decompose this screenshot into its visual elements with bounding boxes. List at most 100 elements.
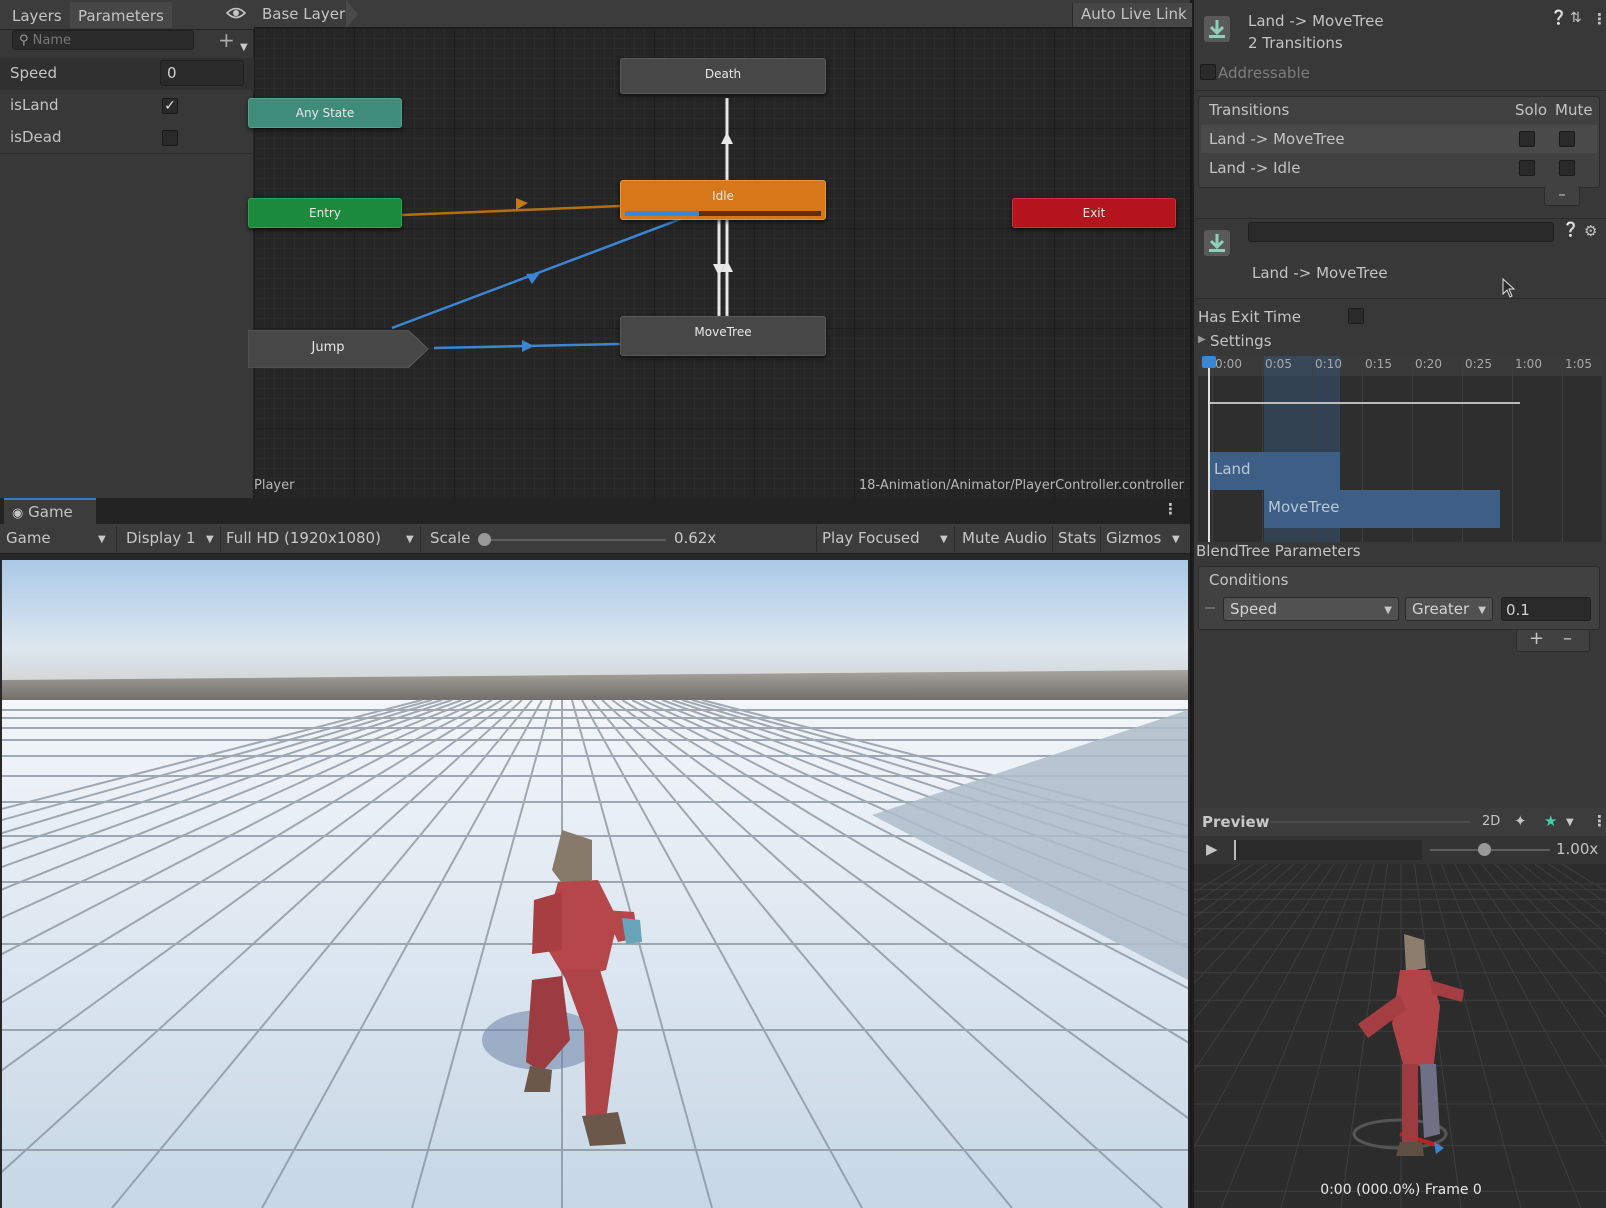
auto-live-link-button[interactable]: Auto Live Link: [1072, 3, 1195, 27]
scale-value: 0.62x: [674, 529, 717, 547]
condition-parameter-select[interactable]: Speed ▼: [1223, 597, 1399, 621]
timeline-gridline: [1512, 362, 1513, 542]
more-options-icon[interactable]: ⋮: [1592, 10, 1606, 28]
track-from[interactable]: Land: [1210, 452, 1340, 490]
timeline-gridline: [1562, 362, 1563, 542]
separator: [816, 526, 817, 552]
playhead[interactable]: [1208, 356, 1210, 542]
display-select-caret-icon: ▼: [206, 534, 214, 545]
gizmos-button[interactable]: Gizmos: [1106, 529, 1161, 547]
preview-viewport[interactable]: 0:00 (000.0%) Frame 0: [1194, 864, 1606, 1208]
eye-icon[interactable]: [225, 6, 247, 24]
addressable-checkbox[interactable]: [1200, 64, 1216, 80]
controller-path: 18-Animation/Animator/PlayerController.c…: [858, 478, 1184, 493]
condition-mode-value: Greater: [1412, 600, 1470, 618]
condition-mode-select[interactable]: Greater ▼: [1405, 597, 1493, 621]
preview-drag-bar: [1270, 821, 1470, 823]
tab-game[interactable]: ◉ Game: [4, 498, 96, 524]
timeline-tick-label: 0:20: [1415, 357, 1442, 371]
separator: [420, 526, 421, 552]
preview-timeline[interactable]: [1234, 840, 1422, 860]
breadcrumb[interactable]: Base Layer: [262, 5, 345, 23]
more-options-icon[interactable]: ⋮: [1592, 812, 1606, 830]
drag-handle-icon[interactable]: [1205, 607, 1215, 609]
mute-audio-button[interactable]: Mute Audio: [962, 529, 1047, 547]
state-movetree[interactable]: MoveTree: [620, 316, 826, 356]
separator: [116, 526, 117, 552]
state-death[interactable]: Death: [620, 58, 826, 94]
preview-speed-handle[interactable]: [1478, 843, 1491, 856]
add-condition-button[interactable]: +: [1529, 628, 1544, 649]
state-entry[interactable]: Entry: [248, 198, 402, 228]
isdead-checkbox[interactable]: [162, 130, 178, 146]
settings-foldout-icon[interactable]: ▶: [1198, 334, 1206, 345]
track-to[interactable]: MoveTree: [1264, 490, 1500, 528]
parameter-row-speed[interactable]: Speed 0: [0, 58, 254, 90]
solo-checkbox[interactable]: [1519, 131, 1535, 147]
settings-foldout[interactable]: Settings: [1210, 332, 1272, 350]
preview-2d-button[interactable]: 2D: [1482, 814, 1500, 829]
mute-checkbox[interactable]: [1559, 160, 1575, 176]
tab-parameters[interactable]: Parameters: [70, 2, 172, 28]
state-any-state[interactable]: Any State: [248, 98, 402, 128]
timeline-tick-label: 0:00: [1215, 357, 1242, 371]
solo-checkbox[interactable]: [1519, 160, 1535, 176]
display-select[interactable]: Display 1: [126, 529, 196, 547]
chevron-down-icon: ▼: [1384, 605, 1392, 616]
preview-status: 0:00 (000.0%) Frame 0: [1320, 1182, 1482, 1198]
help-icon[interactable]: ❔: [1562, 222, 1579, 238]
has-exit-time-checkbox[interactable]: [1348, 308, 1364, 324]
avatar-icon[interactable]: ★: [1544, 812, 1557, 830]
mute-checkbox[interactable]: [1559, 131, 1575, 147]
view-select[interactable]: Game: [6, 529, 51, 547]
scale-label: Scale: [430, 529, 471, 547]
preview-controls: ▶ 1.00x: [1194, 836, 1606, 864]
parameter-search-input[interactable]: ⚲ Name: [12, 30, 194, 50]
parameter-row-isdead[interactable]: isDead: [0, 122, 254, 154]
separator: [1052, 526, 1053, 552]
preview-speed-value: 1.00x: [1556, 840, 1599, 858]
help-icon[interactable]: ❔: [1550, 10, 1567, 26]
play-icon[interactable]: ▶: [1206, 840, 1218, 858]
scale-slider-track[interactable]: [484, 539, 666, 541]
parameter-row-island[interactable]: isLand ✓: [0, 90, 254, 122]
stats-button[interactable]: Stats: [1058, 529, 1096, 547]
gizmos-caret-icon[interactable]: ▼: [1172, 534, 1180, 545]
transition-label: Land -> Idle: [1209, 159, 1301, 177]
pivot-icon[interactable]: ✦: [1514, 812, 1527, 830]
inspector-window: Land -> MoveTree 2 Transitions ❔ ⇅ ⋮ Add…: [1192, 0, 1606, 808]
transition-name-field[interactable]: [1248, 222, 1554, 242]
add-parameter-icon[interactable]: +: [218, 28, 235, 52]
transition-detail-icon: [1202, 228, 1232, 262]
game-viewport[interactable]: [2, 560, 1188, 1208]
transition-timeline[interactable]: 0:00 0:05 0:10 0:15 0:20 0:25 1:00 1:05 Land Mo…: [1198, 356, 1602, 542]
condition-threshold-field[interactable]: 0.1: [1501, 597, 1591, 621]
state-exit[interactable]: Exit: [1012, 198, 1176, 228]
chevron-down-icon: ▼: [1478, 605, 1486, 616]
has-exit-time-label: Has Exit Time: [1198, 308, 1301, 326]
state-jump[interactable]: Jump: [248, 330, 430, 368]
resolution-select[interactable]: Full HD (1920x1080): [226, 529, 381, 547]
play-focused-select[interactable]: Play Focused: [822, 529, 920, 547]
state-graph[interactable]: Death Any State Idle Entry Exit Jump Mov…: [248, 28, 1190, 498]
preset-icon[interactable]: ⇅: [1570, 10, 1582, 26]
remove-condition-button[interactable]: –: [1563, 628, 1572, 649]
gear-icon[interactable]: ⚙: [1584, 222, 1597, 240]
playhead-handle[interactable]: [1202, 356, 1216, 368]
state-idle[interactable]: Idle: [620, 180, 826, 220]
game-window: ◉ Game ⋮ Game ▼ Display 1 ▼ Full HD (192…: [0, 498, 1190, 1208]
speed-value-field[interactable]: 0: [160, 60, 244, 86]
remove-transition-button[interactable]: –: [1544, 186, 1580, 206]
timeline-tick-label: 0:25: [1465, 357, 1492, 371]
add-parameter-dropdown-icon[interactable]: ▼: [240, 36, 248, 54]
island-checkbox[interactable]: ✓: [162, 98, 178, 114]
scale-slider-handle[interactable]: [478, 533, 491, 546]
breadcrumb-arrow-icon: [346, 0, 358, 28]
timeline-tick-label: 1:05: [1565, 357, 1592, 371]
transition-row[interactable]: Land -> Idle: [1201, 155, 1597, 183]
avatar-dropdown-icon[interactable]: ▼: [1566, 817, 1574, 828]
tab-layers[interactable]: Layers: [4, 2, 70, 28]
more-options-icon[interactable]: ⋮: [1163, 500, 1178, 518]
transition-row[interactable]: Land -> MoveTree: [1201, 125, 1597, 153]
mute-header: Mute: [1555, 101, 1593, 119]
